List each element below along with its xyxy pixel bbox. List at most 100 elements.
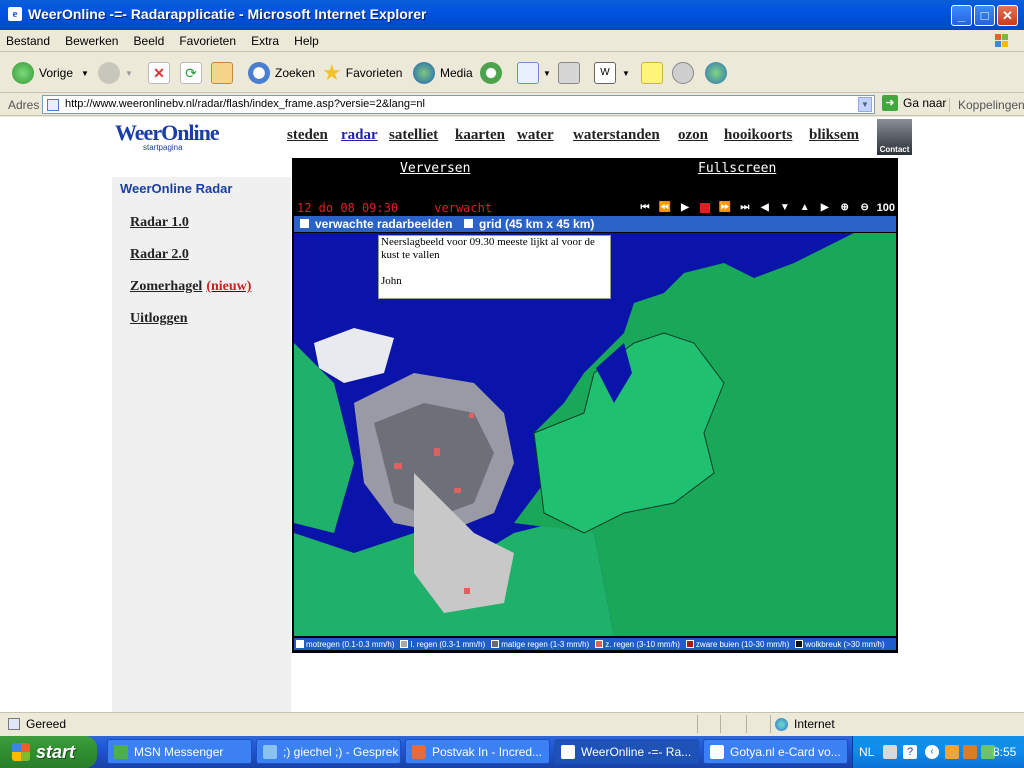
nav-satelliet[interactable]: satelliet (389, 127, 438, 144)
messenger-button[interactable] (705, 59, 732, 87)
address-dropdown-icon[interactable]: ▼ (858, 97, 872, 112)
sidebar-link-uitloggen[interactable]: Uitloggen (130, 311, 188, 327)
taskbar-item-msn[interactable]: MSN Messenger (107, 739, 252, 764)
nav-ozon[interactable]: ozon (678, 127, 708, 144)
keyboard-icon[interactable] (883, 745, 897, 759)
taskbar-item-chat[interactable]: ;) giechel ;) - Gesprek (256, 739, 401, 764)
legend-swatch (595, 640, 604, 648)
address-label: Adres (8, 98, 40, 112)
forecast-checkbox[interactable] (300, 219, 309, 228)
first-frame-icon[interactable]: ⏮ (637, 202, 653, 214)
radar-timestamp: 12 do 08 09:30 verwacht (297, 201, 492, 215)
taskbar-item-mail[interactable]: Postvak In - Incred... (405, 739, 550, 764)
address-input[interactable]: http://www.weeronlinebv.nl/radar/flash/i… (42, 95, 875, 114)
weeronline-logo[interactable]: WeerOnline startpagina (115, 120, 245, 156)
forward-arrow-icon (98, 62, 120, 84)
go-button[interactable]: ➜ Ga naar (882, 95, 946, 111)
menu-bestand[interactable]: Bestand (0, 30, 56, 48)
stop-button[interactable]: ✕ (148, 59, 170, 87)
notes-button[interactable] (641, 59, 663, 87)
mail-icon (517, 62, 539, 84)
last-frame-icon[interactable]: ⏭ (737, 202, 753, 214)
pan-up-icon[interactable]: ▲ (797, 202, 813, 214)
grid-option[interactable]: grid (45 km x 45 km) (464, 217, 594, 231)
nav-hooikoorts[interactable]: hooikoorts (724, 127, 792, 144)
nav-steden[interactable]: steden (287, 127, 328, 144)
back-button[interactable]: Vorige ▼ (12, 59, 89, 87)
new-badge: (nieuw) (206, 279, 252, 294)
zoom-in-icon[interactable]: ⊕ (837, 202, 853, 214)
note-text: Neerslagbeeld voor 09.30 meeste lijkt al… (381, 236, 595, 261)
printer-icon (558, 62, 580, 84)
mail-button[interactable]: ▼ (517, 59, 551, 87)
nav-kaarten[interactable]: kaarten (455, 127, 505, 144)
print-button[interactable] (558, 59, 580, 87)
menu-favorieten[interactable]: Favorieten (173, 30, 242, 48)
play-icon[interactable]: ▶ (677, 202, 693, 214)
fullscreen-link[interactable]: Fullscreen (698, 161, 776, 176)
task-label: Gotya.nl e-Card vo... (730, 744, 841, 759)
menu-beeld[interactable]: Beeld (128, 30, 171, 48)
taskbar-item-gotya[interactable]: Gotya.nl e-Card vo... (703, 739, 848, 764)
refresh-link[interactable]: Verversen (400, 161, 470, 176)
pan-left-icon[interactable]: ◀ (757, 202, 773, 214)
menu-extra[interactable]: Extra (245, 30, 285, 48)
legend-label: wolkbreuk (>30 mm/h) (805, 639, 885, 649)
contact-button[interactable]: Contact (877, 119, 912, 155)
tray-expand-icon[interactable]: ‹ (925, 745, 939, 759)
minimize-button[interactable]: _ (951, 5, 972, 26)
step-back-icon[interactable]: ⏪ (657, 202, 673, 214)
legend-swatch (795, 640, 804, 648)
media-button[interactable]: Media (413, 59, 473, 87)
pan-right-icon[interactable]: ▶ (817, 202, 833, 214)
favorites-button[interactable]: ★ Favorieten (322, 59, 402, 87)
home-button[interactable] (211, 59, 233, 87)
help-icon[interactable]: ? (903, 745, 917, 759)
dropdown-arrow-icon[interactable]: ▼ (543, 69, 551, 78)
nav-radar[interactable]: radar (341, 127, 378, 144)
nav-bliksem[interactable]: bliksem (809, 127, 859, 144)
pan-down-icon[interactable]: ▼ (777, 202, 793, 214)
forecast-option[interactable]: verwachte radarbeelden (300, 217, 452, 231)
tray-app-icon[interactable] (945, 745, 959, 759)
dropdown-arrow-icon[interactable]: ▼ (622, 69, 630, 78)
step-forward-icon[interactable]: ⏩ (717, 202, 733, 214)
task-label: WeerOnline -=- Ra... (581, 744, 692, 759)
legend-label: motregen (0.1-0.3 mm/h) (306, 639, 395, 649)
stop-icon[interactable] (699, 203, 710, 213)
close-button[interactable]: ✕ (997, 5, 1018, 26)
radar-map[interactable]: Neerslagbeeld voor 09.30 meeste lijkt al… (294, 233, 896, 636)
sidebar-link-radar-2[interactable]: Radar 2.0 (130, 247, 189, 263)
precipitation-legend: motregen (0.1-0.3 mm/h) l. regen (0.3-1 … (294, 638, 896, 650)
sidebar-link-zomerhagel[interactable]: Zomerhagel (130, 279, 202, 294)
discuss-button[interactable] (672, 59, 699, 87)
chat-icon (263, 744, 277, 759)
search-button[interactable]: Zoeken (248, 59, 315, 87)
window-titlebar[interactable]: e WeerOnline -=- Radarapplicatie - Micro… (0, 0, 1024, 30)
start-button[interactable]: start (0, 736, 97, 768)
logo-subtitle: startpagina (143, 143, 183, 152)
nav-waterstanden[interactable]: waterstanden (573, 127, 660, 144)
sidebar-link-radar-1[interactable]: Radar 1.0 (130, 215, 189, 231)
edit-button[interactable]: W ▼ (594, 59, 630, 87)
history-button[interactable] (480, 59, 507, 87)
security-zone[interactable]: Internet (775, 717, 835, 731)
maximize-button[interactable]: □ (974, 5, 995, 26)
language-indicator[interactable]: NL (859, 745, 874, 759)
nav-water[interactable]: water (517, 127, 554, 144)
refresh-button[interactable]: ⟳ (180, 59, 202, 87)
zoom-out-icon[interactable]: ⊖ (857, 202, 873, 214)
taskbar-item-weeronline[interactable]: WeerOnline -=- Ra... (554, 739, 699, 764)
sidebar-title: WeerOnline Radar (120, 181, 233, 196)
sidebar-item-zomerhagel: Zomerhagel (nieuw) (130, 279, 251, 295)
tray-app-icon[interactable] (963, 745, 977, 759)
forward-button[interactable]: ▼ (98, 59, 133, 87)
menu-bewerken[interactable]: Bewerken (59, 30, 124, 48)
legend-label: matige regen (1-3 mm/h) (501, 639, 590, 649)
forecast-note: Neerslagbeeld voor 09.30 meeste lijkt al… (378, 235, 611, 299)
menu-help[interactable]: Help (288, 30, 325, 48)
dropdown-arrow-icon[interactable]: ▼ (81, 69, 89, 78)
links-button[interactable]: Koppelingen (949, 98, 1024, 112)
search-label: Zoeken (275, 66, 316, 80)
grid-checkbox[interactable] (464, 219, 473, 228)
